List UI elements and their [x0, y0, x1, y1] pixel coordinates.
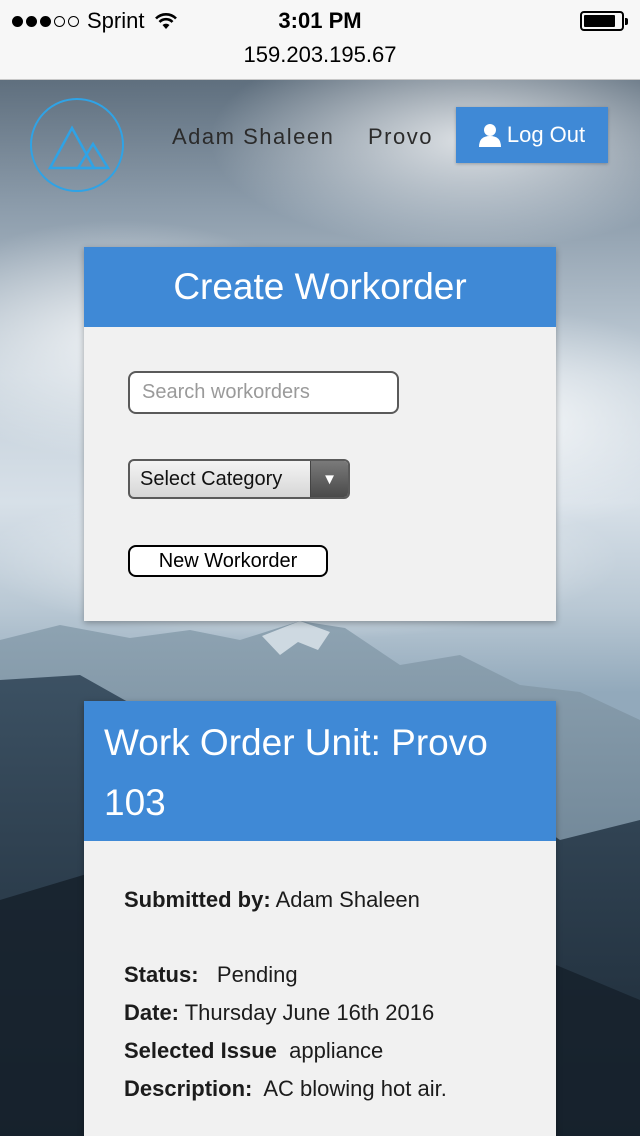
- description-row: Description: AC blowing hot air.: [124, 1070, 556, 1108]
- issue-row: Selected Issue appliance: [124, 1032, 556, 1070]
- work-order-card: Work Order Unit: Provo 103 Submitted by:…: [84, 701, 556, 1136]
- description-value: AC blowing hot air.: [263, 1076, 447, 1101]
- user-icon: [478, 124, 501, 147]
- clock: 3:01 PM: [278, 8, 362, 33]
- status-bar: Sprint 3:01 PM 159.203.195.67: [0, 0, 640, 80]
- category-select-label: Select Category: [140, 467, 283, 490]
- chevron-down-icon: ▼: [310, 461, 348, 497]
- logout-label: Log Out: [506, 122, 586, 147]
- submitted-by-label: Submitted by:: [124, 887, 271, 912]
- status-label: Status:: [124, 962, 199, 987]
- date-label: Date:: [124, 1000, 180, 1025]
- work-order-details: Submitted by: Adam Shaleen Status: Pendi…: [84, 841, 556, 1108]
- address-bar-url[interactable]: 159.203.195.67: [0, 42, 640, 68]
- battery-icon: [580, 11, 628, 31]
- search-input[interactable]: [128, 371, 399, 414]
- location-link[interactable]: Provo: [368, 124, 433, 150]
- status-value: Pending: [216, 962, 298, 987]
- category-select[interactable]: Select Category ▼: [128, 459, 350, 499]
- status-row: Status: Pending: [124, 956, 556, 994]
- submitted-by-row: Submitted by: Adam Shaleen: [124, 881, 556, 919]
- logout-button[interactable]: Log Out: [456, 107, 608, 163]
- submitted-by-value: Adam Shaleen: [275, 887, 420, 912]
- work-order-title: Work Order Unit: Provo 103: [84, 701, 556, 841]
- description-label: Description:: [124, 1076, 253, 1101]
- create-workorder-title: Create Workorder: [84, 247, 556, 327]
- mountain-logo-icon[interactable]: [30, 98, 124, 192]
- user-name-link[interactable]: Adam Shaleen: [172, 124, 334, 150]
- issue-label: Selected Issue: [124, 1038, 277, 1063]
- new-workorder-button[interactable]: New Workorder: [128, 545, 328, 577]
- issue-value: appliance: [289, 1038, 384, 1063]
- date-value: Thursday June 16th 2016: [184, 1000, 435, 1025]
- date-row: Date: Thursday June 16th 2016: [124, 994, 556, 1032]
- create-workorder-card: Create Workorder Select Category ▼ New W…: [84, 247, 556, 621]
